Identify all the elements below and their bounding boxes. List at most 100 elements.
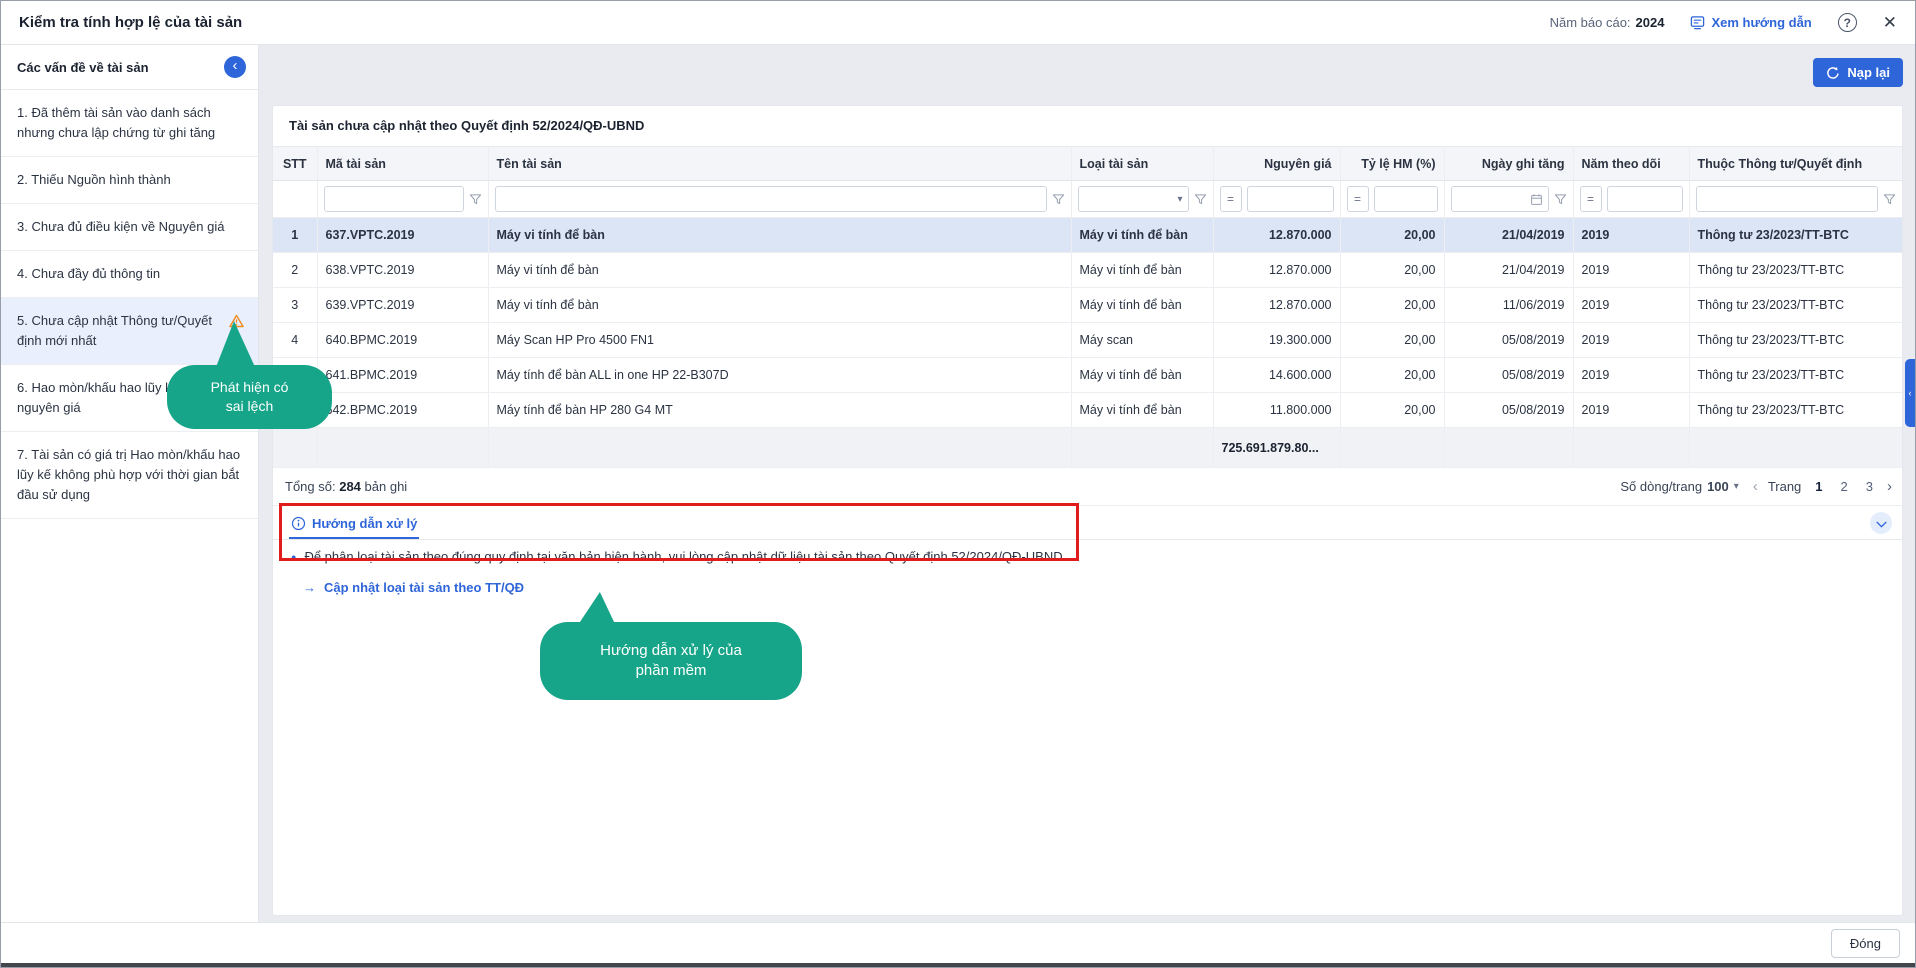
sidebar-header: Các vấn đề về tài sản ‹ [1, 45, 258, 90]
sidebar-item-issue-2[interactable]: 2. Thiếu Nguồn hình thành [1, 157, 258, 204]
cell-ten-tai-san: Máy vi tính để bàn [488, 218, 1071, 253]
cell-nguyen-gia: 11.800.000 [1213, 393, 1340, 428]
filter-input-thuoc-thong-tu[interactable] [1702, 192, 1873, 206]
filter-cell-loai-tai-san: ▾ [1071, 181, 1213, 218]
table-row[interactable]: 4 640.BPMC.2019 Máy Scan HP Pro 4500 FN1… [273, 323, 1902, 358]
cell-nguyen-gia: 12.870.000 [1213, 288, 1340, 323]
callout-software-guide: Hướng dẫn xử lý của phần mềm [540, 622, 802, 700]
cell-ty-le-hm: 20,00 [1340, 393, 1444, 428]
view-guide-link[interactable]: Xem hướng dẫn [1690, 15, 1811, 30]
column-header-thuoc-thong-tu[interactable]: Thuộc Thông tư/Quyết định [1689, 147, 1902, 181]
column-header-ma-tai-san[interactable]: Mã tài sản [317, 147, 488, 181]
table-row[interactable]: 3 639.VPTC.2019 Máy vi tính để bàn Máy v… [273, 288, 1902, 323]
sidebar-item-issue-3[interactable]: 3. Chưa đủ điều kiện về Nguyên giá [1, 204, 258, 251]
filter-input-nam-theo-doi[interactable] [1613, 192, 1677, 206]
right-panel-handle[interactable]: ‹ [1905, 359, 1915, 427]
column-header-stt[interactable]: STT [273, 147, 317, 181]
filter-input-ngay-ghi-tang[interactable] [1457, 192, 1530, 206]
table-row[interactable]: 1 637.VPTC.2019 Máy vi tính để bàn Máy v… [273, 218, 1902, 253]
update-asset-type-link[interactable]: → Cập nhật loại tài sản theo TT/QĐ [273, 566, 1902, 595]
sidebar-item-issue-7[interactable]: 7. Tài sản có giá trị Hao mòn/khấu hao l… [1, 432, 258, 519]
cell-nguyen-gia: 19.300.000 [1213, 323, 1340, 358]
chevron-down-icon [1876, 516, 1887, 531]
filter-operator-equals[interactable]: = [1220, 186, 1242, 212]
cell-nam-theo-doi: 2019 [1573, 288, 1689, 323]
page-label: Trang [1768, 479, 1801, 494]
column-header-nam-theo-doi[interactable]: Năm theo dõi [1573, 147, 1689, 181]
column-header-nguyen-gia[interactable]: Nguyên giá [1213, 147, 1340, 181]
cell-stt: 2 [273, 253, 317, 288]
page-1[interactable]: 1 [1811, 478, 1826, 495]
column-header-ty-le-hm[interactable]: Tỷ lệ HM (%) [1340, 147, 1444, 181]
sidebar-title: Các vấn đề về tài sản [17, 60, 149, 75]
filter-input-ma-tai-san[interactable] [330, 192, 458, 206]
cell-ten-tai-san: Máy vi tính để bàn [488, 288, 1071, 323]
cell-thuoc-thong-tu: Thông tư 23/2023/TT-BTC [1689, 358, 1902, 393]
filter-input-ten-tai-san[interactable] [501, 192, 1041, 206]
cell-thuoc-thong-tu: Thông tư 23/2023/TT-BTC [1689, 393, 1902, 428]
cell-loai-tai-san: Máy scan [1071, 323, 1213, 358]
cell-ma-tai-san: 638.VPTC.2019 [317, 253, 488, 288]
sidebar-item-issue-4[interactable]: 4. Chưa đầy đủ thông tin [1, 251, 258, 298]
cell-ngay-ghi-tang: 21/04/2019 [1444, 253, 1573, 288]
sidebar-item-issue-5[interactable]: 5. Chưa cập nhật Thông tư/Quyết định mới… [1, 298, 258, 365]
filter-select-loai-tai-san[interactable]: ▾ [1078, 186, 1189, 212]
collapse-guide-button[interactable] [1870, 512, 1892, 534]
filter-input-ty-le-hm[interactable] [1380, 192, 1432, 206]
filter-funnel-icon[interactable] [1883, 193, 1896, 206]
cell-ten-tai-san: Máy Scan HP Pro 4500 FN1 [488, 323, 1071, 358]
cell-ngay-ghi-tang: 05/08/2019 [1444, 393, 1573, 428]
filter-funnel-icon[interactable] [469, 193, 482, 206]
cell-ma-tai-san: 640.BPMC.2019 [317, 323, 488, 358]
calendar-icon[interactable] [1530, 193, 1543, 206]
filter-cell-nam-theo-doi: = [1573, 181, 1689, 218]
cell-loai-tai-san: Máy vi tính để bàn [1071, 253, 1213, 288]
tab-huong-dan-xu-ly[interactable]: Hướng dẫn xử lý [289, 516, 419, 539]
table-row[interactable]: 6 642.BPMC.2019 Máy tính để bàn HP 280 G… [273, 393, 1902, 428]
filter-operator-equals[interactable]: = [1347, 186, 1369, 212]
pagination: ‹ Trang 1 2 3 › [1753, 478, 1892, 495]
rows-per-page-select[interactable]: Số dòng/trang 100 ▾ [1620, 479, 1738, 494]
cell-ngay-ghi-tang: 05/08/2019 [1444, 358, 1573, 393]
report-year-value: 2024 [1636, 15, 1665, 30]
cell-thuoc-thong-tu: Thông tư 23/2023/TT-BTC [1689, 323, 1902, 358]
column-header-ten-tai-san[interactable]: Tên tài sản [488, 147, 1071, 181]
cell-ma-tai-san: 637.VPTC.2019 [317, 218, 488, 253]
cell-loai-tai-san: Máy vi tính để bàn [1071, 358, 1213, 393]
cell-stt: 3 [273, 288, 317, 323]
filter-cell-thuoc-thong-tu [1689, 181, 1902, 218]
bullet-icon: ● [291, 549, 296, 566]
page-3[interactable]: 3 [1862, 478, 1877, 495]
cell-ty-le-hm: 20,00 [1340, 288, 1444, 323]
refresh-icon [1826, 66, 1840, 80]
bottom-bar: Đóng [1, 922, 1915, 963]
cell-ty-le-hm: 20,00 [1340, 253, 1444, 288]
filter-funnel-icon[interactable] [1554, 193, 1567, 206]
cell-ngay-ghi-tang: 05/08/2019 [1444, 323, 1573, 358]
reload-button[interactable]: Nạp lại [1813, 58, 1903, 87]
close-dialog-button[interactable]: Đóng [1831, 929, 1900, 958]
filter-funnel-icon[interactable] [1052, 193, 1065, 206]
cell-thuoc-thong-tu: Thông tư 23/2023/TT-BTC [1689, 288, 1902, 323]
column-header-loai-tai-san[interactable]: Loại tài sản [1071, 147, 1213, 181]
cell-ty-le-hm: 20,00 [1340, 323, 1444, 358]
page-title: Kiểm tra tính hợp lệ của tài sản [19, 14, 1524, 31]
filter-operator-equals[interactable]: = [1580, 186, 1602, 212]
info-icon [291, 516, 306, 531]
sidebar-collapse-button[interactable]: ‹ [224, 56, 246, 78]
prev-page-button[interactable]: ‹ [1753, 478, 1758, 495]
close-icon[interactable]: ✕ [1883, 14, 1897, 31]
table-row[interactable]: 5 641.BPMC.2019 Máy tính để bàn ALL in o… [273, 358, 1902, 393]
cell-ty-le-hm: 20,00 [1340, 358, 1444, 393]
filter-input-nguyen-gia[interactable] [1253, 192, 1328, 206]
assets-table: STT Mã tài sản Tên tài sản Loại tài sản … [273, 146, 1902, 468]
filter-funnel-icon[interactable] [1194, 193, 1207, 206]
report-year-label: Năm báo cáo: [1550, 15, 1631, 30]
next-page-button[interactable]: › [1887, 478, 1892, 495]
page-2[interactable]: 2 [1837, 478, 1852, 495]
table-row[interactable]: 2 638.VPTC.2019 Máy vi tính để bàn Máy v… [273, 253, 1902, 288]
sidebar-item-issue-1[interactable]: 1. Đã thêm tài sản vào danh sách nhưng c… [1, 90, 258, 157]
help-icon[interactable]: ? [1838, 13, 1857, 32]
column-header-ngay-ghi-tang[interactable]: Ngày ghi tăng [1444, 147, 1573, 181]
titlebar: Kiểm tra tính hợp lệ của tài sản Năm báo… [1, 1, 1915, 45]
